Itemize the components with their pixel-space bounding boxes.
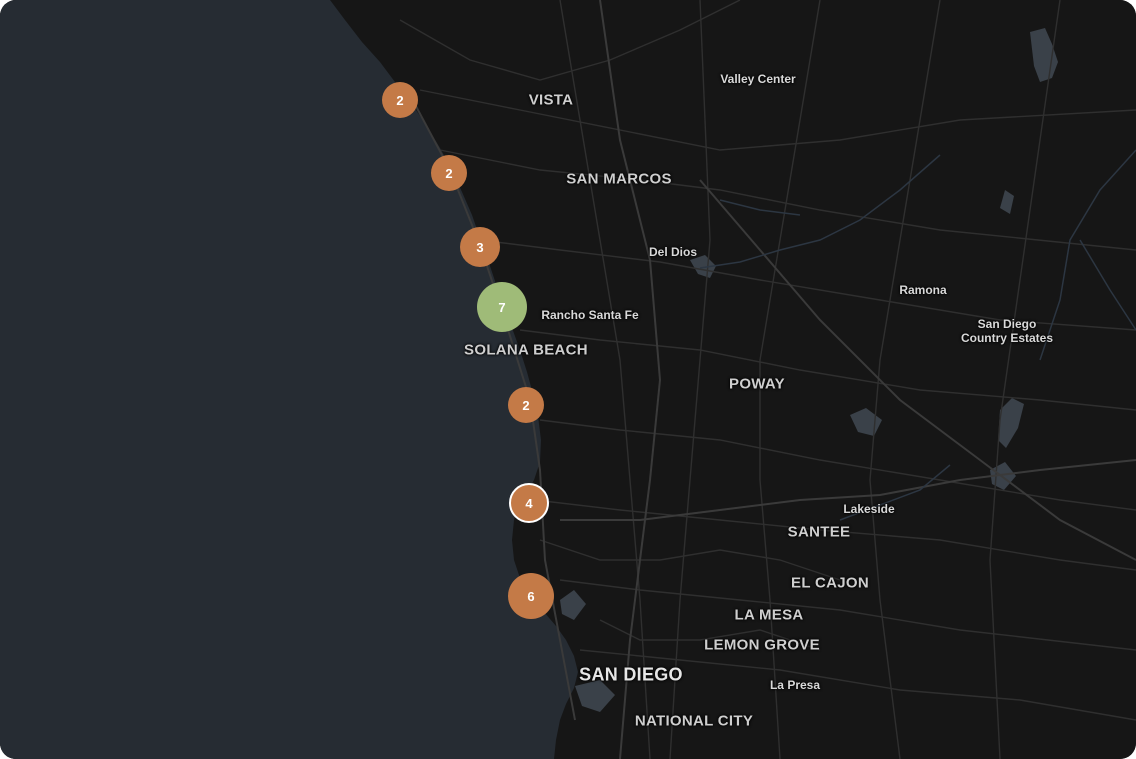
map-canvas[interactable] [0, 0, 1136, 759]
place-label-lakeside: Lakeside [843, 502, 895, 516]
place-label-el-cajon: EL CAJON [791, 574, 869, 592]
place-label-lemon-grove: LEMON GROVE [704, 636, 820, 654]
place-label-san-diego: SAN DIEGO [579, 664, 683, 685]
place-label-del-dios: Del Dios [648, 245, 698, 259]
cluster-marker[interactable]: 7 [477, 282, 527, 332]
place-label-solana-beach: SOLANA BEACH [464, 341, 588, 359]
map-view[interactable]: VISTA Valley Center SAN MARCOS Del Dios … [0, 0, 1136, 759]
place-label-national-city: NATIONAL CITY [634, 712, 754, 730]
place-label-santee: SANTEE [787, 523, 851, 541]
place-label-line-1: San Diego [977, 317, 1037, 331]
place-label-vista: VISTA [528, 91, 574, 109]
place-label-la-mesa: LA MESA [734, 606, 804, 624]
place-label-line-2: Country Estates [960, 331, 1054, 345]
cluster-marker-selected[interactable]: 4 [509, 483, 549, 523]
cluster-marker[interactable]: 6 [508, 573, 554, 619]
place-label-rancho-santa-fe: Rancho Santa Fe [541, 308, 639, 322]
place-label-la-presa: La Presa [769, 678, 821, 692]
cluster-marker[interactable]: 2 [508, 387, 544, 423]
cluster-marker[interactable]: 2 [431, 155, 467, 191]
cluster-marker[interactable]: 3 [460, 227, 500, 267]
place-label-ramona: Ramona [899, 283, 947, 297]
place-label-valley-center: Valley Center [720, 72, 796, 86]
place-label-san-marcos: SAN MARCOS [566, 170, 672, 188]
cluster-marker[interactable]: 2 [382, 82, 418, 118]
place-label-poway: POWAY [729, 375, 785, 393]
place-label-san-diego-country-estates: San Diego Country Estates [961, 317, 1053, 345]
